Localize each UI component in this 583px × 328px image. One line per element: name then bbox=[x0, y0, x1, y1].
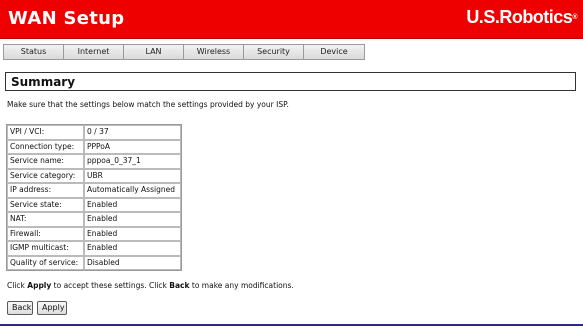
setting-label: IP address: bbox=[7, 183, 84, 198]
table-row: IGMP multicast: Enabled bbox=[7, 241, 181, 256]
setting-value: Enabled bbox=[84, 241, 181, 256]
tab-internet[interactable]: Internet bbox=[64, 45, 124, 59]
back-button[interactable]: Back bbox=[7, 301, 33, 315]
tab-security[interactable]: Security bbox=[244, 45, 304, 59]
registered-mark: ® bbox=[572, 14, 577, 21]
header-bar: WAN Setup U.S.Robotics® bbox=[0, 0, 583, 39]
tab-status[interactable]: Status bbox=[4, 45, 64, 59]
section-title: Summary bbox=[11, 75, 76, 89]
setting-value: PPPoA bbox=[84, 139, 181, 154]
footer-divider bbox=[0, 324, 583, 326]
tab-device[interactable]: Device bbox=[304, 45, 364, 59]
setting-value: Disabled bbox=[84, 255, 181, 270]
page-title: WAN Setup bbox=[8, 8, 125, 29]
brand-name: U.S.Robotics bbox=[466, 7, 573, 27]
table-row: Firewall: Enabled bbox=[7, 226, 181, 241]
setting-value: 0 / 37 bbox=[84, 125, 181, 140]
setting-label: Service category: bbox=[7, 168, 84, 183]
table-row: Connection type: PPPoA bbox=[7, 139, 181, 154]
setting-value: Enabled bbox=[84, 212, 181, 227]
note-back-word: Back bbox=[169, 281, 190, 290]
setting-label: IGMP multicast: bbox=[7, 241, 84, 256]
intro-text: Make sure that the settings below match … bbox=[7, 100, 289, 109]
section-header: Summary bbox=[5, 72, 576, 91]
table-row: Service category: UBR bbox=[7, 168, 181, 183]
settings-table: VPI / VCI: 0 / 37 Connection type: PPPoA… bbox=[6, 124, 182, 271]
usrobotics-logo: U.S.Robotics® bbox=[466, 6, 577, 28]
setting-label: Quality of service: bbox=[7, 255, 84, 270]
tab-wireless[interactable]: Wireless bbox=[184, 45, 244, 59]
table-row: Service state: Enabled bbox=[7, 197, 181, 212]
table-row: Service name: pppoa_0_37_1 bbox=[7, 154, 181, 169]
table-row: NAT: Enabled bbox=[7, 212, 181, 227]
main-nav: Status Internet LAN Wireless Security De… bbox=[3, 44, 365, 60]
tab-lan[interactable]: LAN bbox=[124, 45, 184, 59]
note-text: to accept these settings. Click bbox=[51, 281, 170, 290]
setting-label: NAT: bbox=[7, 212, 84, 227]
table-row: VPI / VCI: 0 / 37 bbox=[7, 125, 181, 140]
setting-label: Connection type: bbox=[7, 139, 84, 154]
note-text: Click bbox=[7, 281, 28, 290]
note-apply-word: Apply bbox=[27, 281, 52, 290]
setting-value: Enabled bbox=[84, 226, 181, 241]
setting-value: Enabled bbox=[84, 197, 181, 212]
setting-label: VPI / VCI: bbox=[7, 125, 84, 140]
note-text: to make any modifications. bbox=[189, 281, 294, 290]
table-row: Quality of service: Disabled bbox=[7, 255, 181, 270]
setting-label: Service state: bbox=[7, 197, 84, 212]
setting-value: Automatically Assigned bbox=[84, 183, 181, 198]
apply-instructions: Click Apply to accept these settings. Cl… bbox=[7, 281, 294, 291]
page: WAN Setup U.S.Robotics® Status Internet … bbox=[0, 0, 583, 328]
table-row: IP address: Automatically Assigned bbox=[7, 183, 181, 198]
setting-value: pppoa_0_37_1 bbox=[84, 154, 181, 169]
nav-strip: Status Internet LAN Wireless Security De… bbox=[0, 40, 583, 68]
apply-button[interactable]: Apply bbox=[37, 301, 67, 315]
setting-value: UBR bbox=[84, 168, 181, 183]
setting-label: Firewall: bbox=[7, 226, 84, 241]
setting-label: Service name: bbox=[7, 154, 84, 169]
